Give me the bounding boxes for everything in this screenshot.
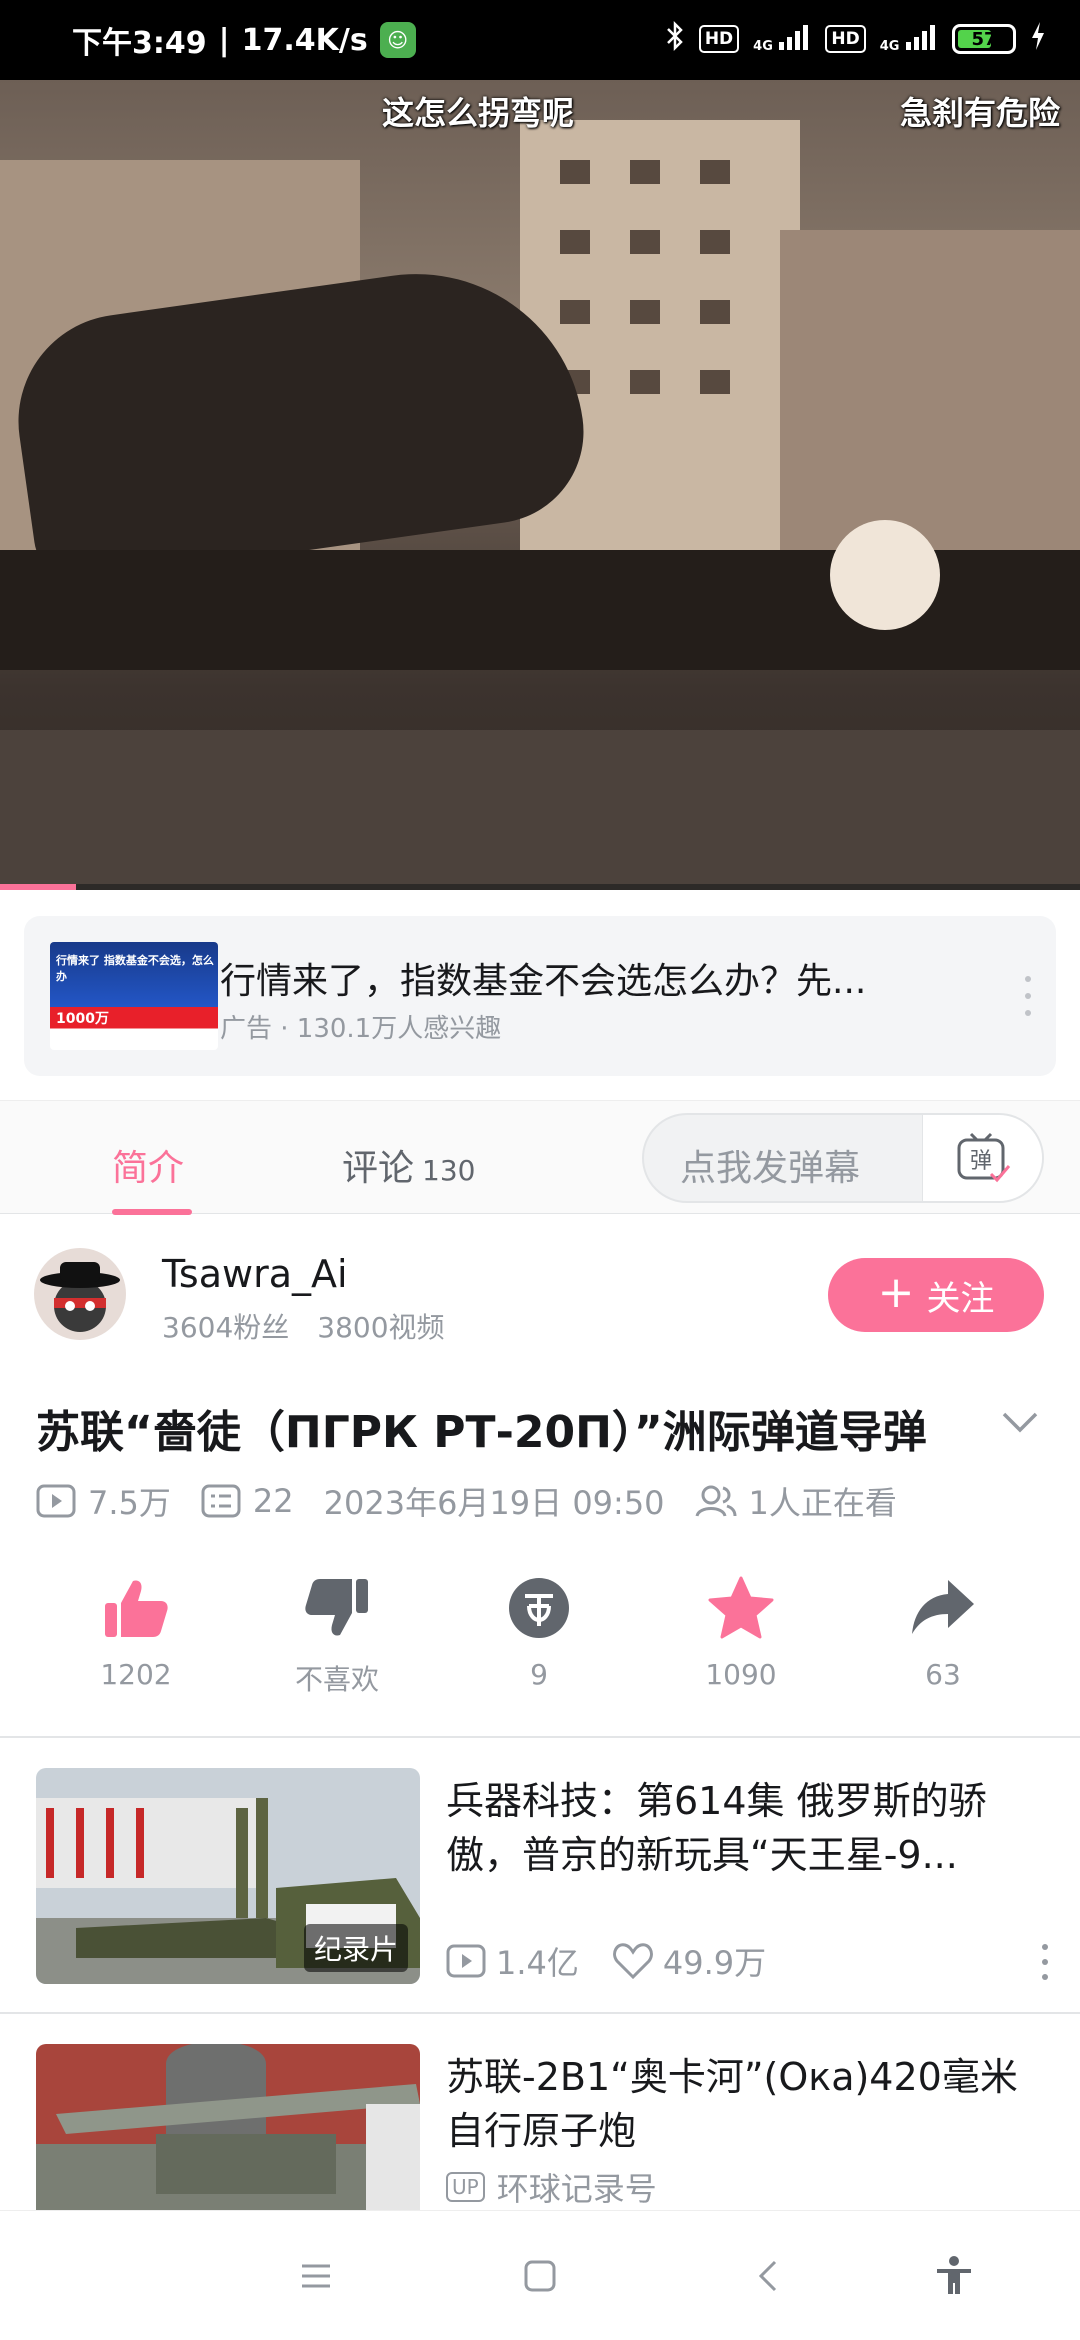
thumbs-up-icon bbox=[66, 1572, 206, 1644]
home-icon[interactable] bbox=[510, 2251, 570, 2301]
watching-count: 1人正在看 bbox=[748, 1484, 897, 1522]
video-meta: 7.5万 22 2023年6月19日 09:50 1人正在看 bbox=[36, 1478, 897, 1524]
status-left: 下午3:49 | 17.4K/s ☺ bbox=[72, 18, 416, 62]
more-options-icon[interactable] bbox=[1040, 1944, 1050, 1980]
recommended-video-stats: 1.4亿 49.9万 bbox=[446, 1938, 766, 1984]
status-bar: 下午3:49 | 17.4K/s ☺ HD 4G HD 4G 57 bbox=[0, 0, 1080, 80]
danmaku-input[interactable]: 点我发弹幕 弹 bbox=[642, 1113, 1044, 1203]
category-badge: 纪录片 bbox=[303, 1924, 408, 1972]
status-right: HD 4G HD 4G 57 bbox=[665, 20, 1046, 58]
danmaku-comment: 急刹有危险 bbox=[900, 94, 1061, 132]
ad-subtitle: 广告 · 130.1万人感兴趣 bbox=[220, 1014, 502, 1044]
video-title: 苏联“嗇徒（ПГРК РТ-20П）”洲际弹道导弹 bbox=[36, 1407, 927, 1458]
hd-icon: HD bbox=[825, 25, 866, 53]
danmaku-count-icon bbox=[201, 1484, 241, 1518]
recommended-video-title: 苏联-2B1“奥卡河”(Ока)420毫米自行原子炮 bbox=[446, 2055, 1018, 2153]
star-icon bbox=[671, 1572, 811, 1644]
view-count: 1.4亿 bbox=[496, 1944, 579, 1982]
follow-button[interactable]: + 关注 bbox=[828, 1258, 1044, 1332]
tab-bar: 简介 评论 130 点我发弹幕 弹 bbox=[0, 1100, 1080, 1215]
danmaku-comment: 这怎么拐弯呢 bbox=[382, 94, 575, 132]
thumbs-down-icon bbox=[267, 1572, 407, 1644]
danmaku-toggle-button[interactable]: 弹 bbox=[922, 1115, 1042, 1201]
publish-date: 2023年6月19日 09:50 bbox=[323, 1484, 665, 1522]
accessibility-icon[interactable] bbox=[924, 2251, 984, 2301]
app-notification-icon: ☺ bbox=[379, 22, 416, 58]
uploader-stats: 3604粉丝 3800视频 bbox=[162, 1306, 445, 1346]
recommended-video-title: 兵器科技：第614集 俄罗斯的骄傲，普京的新玩具“天王星-9... bbox=[446, 1779, 987, 1877]
video-progress-fill bbox=[0, 884, 76, 890]
charging-icon bbox=[1030, 22, 1046, 56]
favorite-button[interactable]: 1090 bbox=[671, 1572, 811, 1691]
recommended-video-uploader[interactable]: UP 环球记录号 bbox=[446, 2164, 657, 2210]
comment-count: 130 bbox=[422, 1154, 476, 1187]
danmaku-count: 22 bbox=[252, 1482, 294, 1520]
video-thumbnail bbox=[36, 2044, 420, 2210]
share-button[interactable]: 63 bbox=[873, 1572, 1013, 1691]
dislike-button[interactable]: 不喜欢 bbox=[267, 1572, 407, 1698]
uploader-name: 环球记录号 bbox=[496, 2170, 657, 2208]
tab-intro[interactable]: 简介 bbox=[112, 1139, 184, 1191]
up-icon: UP bbox=[446, 2172, 485, 2202]
svg-text:弹: 弹 bbox=[969, 1149, 991, 1174]
view-count: 7.5万 bbox=[88, 1484, 171, 1522]
share-icon bbox=[873, 1572, 1013, 1644]
status-time: 下午3:49 bbox=[72, 26, 207, 61]
video-building bbox=[520, 120, 800, 590]
chevron-down-icon[interactable] bbox=[1000, 1408, 1040, 1440]
uploader-name[interactable]: Tsawra_Ai bbox=[162, 1252, 348, 1296]
bluetooth-icon bbox=[665, 20, 685, 58]
back-icon[interactable] bbox=[738, 2251, 798, 2301]
heart-icon bbox=[613, 1943, 653, 1979]
ad-thumbnail: 行情来了 指数基金不会选，怎么办 1000万 bbox=[50, 942, 218, 1050]
coin-icon bbox=[469, 1572, 609, 1644]
watching-icon bbox=[695, 1484, 737, 1518]
tab-indicator bbox=[112, 1209, 192, 1215]
video-progress-track[interactable] bbox=[0, 884, 1080, 890]
network-speed: 17.4K/s bbox=[241, 22, 368, 58]
signal-icon: 4G bbox=[880, 24, 938, 54]
ad-card[interactable]: 行情来了 指数基金不会选，怎么办 1000万 行情来了，指数基金不会选怎么办？先… bbox=[24, 916, 1056, 1076]
ad-title: 行情来了，指数基金不会选怎么办？先... bbox=[220, 961, 867, 1002]
play-count-icon bbox=[36, 1484, 76, 1518]
video-thumbnail: 纪录片 bbox=[36, 1768, 420, 1984]
like-button[interactable]: 1202 bbox=[66, 1572, 206, 1691]
menu-icon[interactable] bbox=[286, 2251, 346, 2301]
uploader-avatar[interactable] bbox=[34, 1248, 126, 1340]
like-count: 49.9万 bbox=[662, 1944, 767, 1982]
action-bar: 1202 不喜欢 9 1090 63 bbox=[0, 1572, 1080, 1712]
danmaku-icon: 弹 bbox=[957, 1132, 1010, 1183]
fans-count: 3604粉丝 bbox=[162, 1311, 290, 1344]
play-count-icon bbox=[446, 1944, 486, 1978]
tab-comments[interactable]: 评论 130 bbox=[342, 1139, 475, 1191]
plus-icon: + bbox=[877, 1267, 915, 1318]
hd-icon: HD bbox=[698, 25, 740, 53]
battery-icon: 57 bbox=[952, 24, 1016, 54]
coin-button[interactable]: 9 bbox=[469, 1572, 609, 1691]
signal-icon: 4G bbox=[753, 24, 811, 54]
video-count: 3800视频 bbox=[317, 1311, 445, 1344]
video-player[interactable]: 这怎么拐弯呢 急刹有危险 bbox=[0, 80, 1080, 890]
system-navigation-bar bbox=[0, 2210, 1080, 2340]
ad-more-icon[interactable] bbox=[1022, 976, 1034, 1016]
